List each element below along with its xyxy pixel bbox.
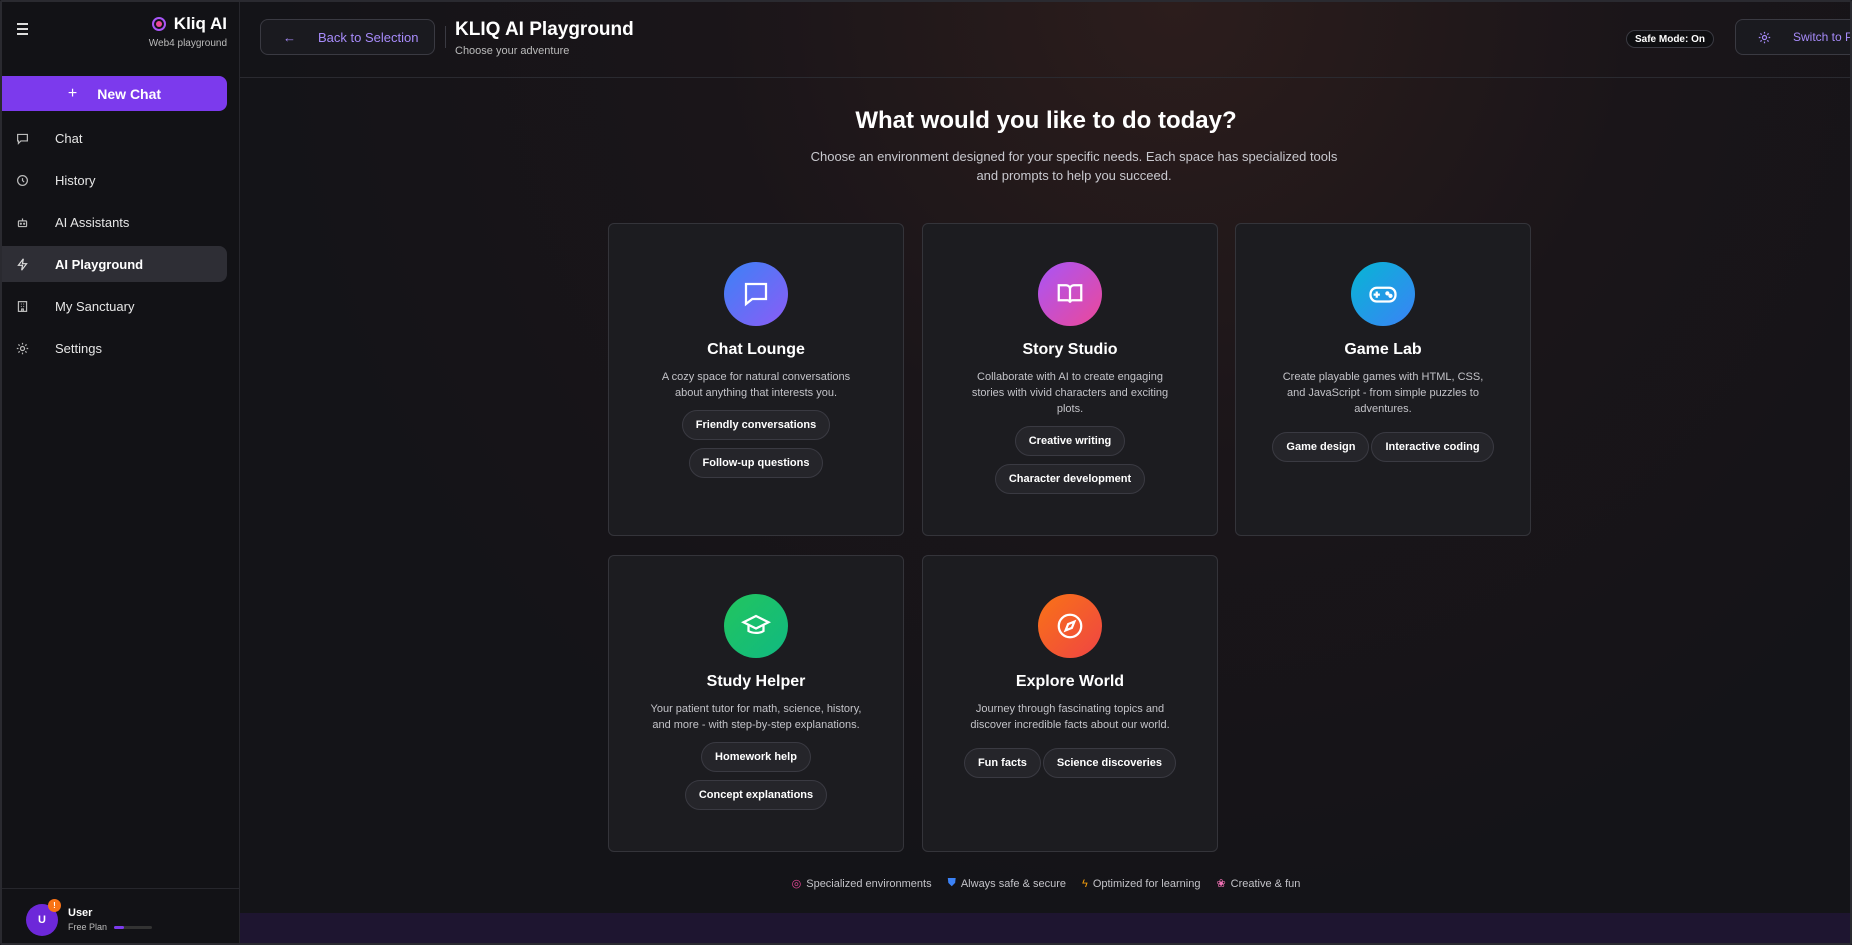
tag-list: Homework help Concept explanations [636, 742, 876, 810]
chat-bubble-icon [724, 262, 788, 326]
building-icon [17, 300, 28, 312]
feature-item: ⛊ Always safe & secure [948, 877, 1066, 890]
tag[interactable]: Follow-up questions [688, 448, 824, 478]
sidebar-nav: Chat History AI Assistants AI Playground… [2, 120, 227, 372]
sidebar-item-my-sanctuary[interactable]: My Sanctuary [2, 288, 227, 324]
tag[interactable]: Game design [1272, 432, 1370, 462]
new-chat-label: New Chat [97, 85, 162, 102]
feature-list: ◎ Specialized environments ⛊ Always safe… [240, 877, 1850, 891]
main-content: ← Back to Selection KLIQ AI Playground C… [240, 2, 1850, 943]
card-description: A cozy space for natural conversations a… [661, 371, 851, 399]
top-header: ← Back to Selection KLIQ AI Playground C… [240, 2, 1850, 78]
brand-name: Kliq AI [173, 14, 227, 33]
tag[interactable]: Science discoveries [1042, 748, 1177, 778]
safe-mode-badge[interactable]: Safe Mode: On [1625, 30, 1714, 48]
user-profile[interactable]: U ! User Free Plan [2, 888, 240, 943]
card-description: Your patient tutor for math, science, hi… [650, 703, 862, 731]
lightning-icon: ϟ [1082, 877, 1088, 890]
tag-list: Fun facts Science discoveries [950, 748, 1190, 778]
graduation-cap-icon [724, 594, 788, 658]
app-window: Kliq AI Web4 playground + New Chat Chat … [0, 0, 1852, 945]
tag[interactable]: Creative writing [1014, 426, 1126, 456]
feature-item: ❀ Creative & fun [1216, 877, 1301, 891]
palette-icon: ❀ [1216, 878, 1226, 890]
sidebar-item-ai-playground[interactable]: AI Playground [2, 246, 227, 282]
card-description: Journey through fascinating topics and d… [970, 703, 1170, 731]
sidebar-item-label: History [55, 172, 96, 188]
hero-subtitle: Choose an environment designed for your … [810, 149, 1338, 183]
tag[interactable]: Concept explanations [684, 780, 828, 810]
sidebar-item-label: My Sanctuary [55, 298, 135, 314]
page-title: KLIQ AI Playground [455, 19, 634, 40]
sidebar-item-label: Settings [55, 340, 102, 356]
sidebar-item-label: AI Playground [55, 256, 144, 272]
card-title: Chat Lounge [707, 341, 805, 358]
tag[interactable]: Fun facts [963, 748, 1041, 778]
user-name: User [68, 907, 93, 919]
card-title: Explore World [1015, 673, 1125, 690]
divider [445, 26, 446, 48]
tag[interactable]: Homework help [701, 742, 811, 772]
tag-list: Friendly conversations Follow-up questio… [636, 410, 876, 478]
robot-icon [17, 217, 28, 227]
tag-list: Game design Interactive coding [1263, 432, 1503, 462]
feature-item: ◎ Specialized environments [791, 877, 932, 891]
card-title: Game Lab [1344, 341, 1422, 358]
sidebar-item-label: Chat [55, 130, 83, 146]
sidebar: Kliq AI Web4 playground + New Chat Chat … [2, 2, 240, 943]
brand-subtitle: Web4 playground [148, 38, 227, 49]
tag[interactable]: Character development [994, 464, 1146, 494]
card-title: Story Studio [1022, 341, 1118, 358]
tag-list: Creative writing Character development [950, 426, 1190, 494]
notification-badge: ! [48, 899, 61, 912]
gear-icon [16, 342, 29, 354]
feature-item: ϟ Optimized for learning [1082, 877, 1200, 890]
shield-icon: ⛊ [947, 877, 956, 889]
lightning-icon [17, 257, 28, 271]
plus-icon: + [67, 84, 78, 102]
card-game-lab[interactable]: Game Lab Create playable games with HTML… [1235, 223, 1531, 536]
gamepad-icon [1351, 262, 1415, 326]
feature-label: Always safe & secure [960, 877, 1066, 890]
brand: Kliq AI Web4 playground [149, 14, 227, 49]
sidebar-item-label: AI Assistants [55, 214, 130, 230]
compass-icon [1038, 594, 1102, 658]
back-label: Back to Selection [318, 29, 419, 45]
card-study-helper[interactable]: Study Helper Your patient tutor for math… [608, 555, 904, 852]
sidebar-item-chat[interactable]: Chat [2, 120, 227, 156]
target-icon: ◎ [791, 878, 802, 890]
kliq-logo-icon [151, 17, 166, 31]
plan-usage-fill [114, 926, 124, 929]
card-title: Study Helper [706, 673, 806, 690]
back-to-selection-button[interactable]: ← Back to Selection [260, 19, 435, 55]
hero-title: What would you like to do today? [855, 107, 1237, 134]
history-icon [17, 174, 28, 186]
feature-label: Creative & fun [1230, 877, 1301, 890]
arrow-left-icon: ← [283, 29, 296, 45]
tag[interactable]: Friendly conversations [681, 410, 831, 440]
chat-bubble-icon [17, 133, 28, 145]
new-chat-button[interactable]: + New Chat [2, 76, 227, 111]
user-plan: Free Plan [68, 922, 108, 932]
switch-label: Switch to Pro [1793, 30, 1850, 44]
feature-label: Specialized environments [806, 877, 932, 890]
plan-usage-bar [114, 926, 152, 929]
gear-icon [1758, 31, 1771, 43]
sidebar-item-history[interactable]: History [2, 162, 227, 198]
card-chat-lounge[interactable]: Chat Lounge A cozy space for natural con… [608, 223, 904, 536]
card-story-studio[interactable]: Story Studio Collaborate with AI to crea… [922, 223, 1218, 536]
switch-mode-button[interactable]: Switch to Pro [1735, 19, 1850, 55]
sidebar-item-settings[interactable]: Settings [2, 330, 227, 366]
card-description: Collaborate with AI to create engaging s… [971, 371, 1169, 415]
menu-icon[interactable] [14, 20, 32, 38]
page-subtitle: Choose your adventure [455, 45, 570, 57]
card-description: Create playable games with HTML, CSS, an… [1282, 371, 1484, 415]
book-icon [1038, 262, 1102, 326]
card-explore-world[interactable]: Explore World Journey through fascinatin… [922, 555, 1218, 852]
tag[interactable]: Interactive coding [1371, 432, 1494, 462]
feature-label: Optimized for learning [1092, 877, 1201, 890]
sidebar-item-ai-assistants[interactable]: AI Assistants [2, 204, 227, 240]
